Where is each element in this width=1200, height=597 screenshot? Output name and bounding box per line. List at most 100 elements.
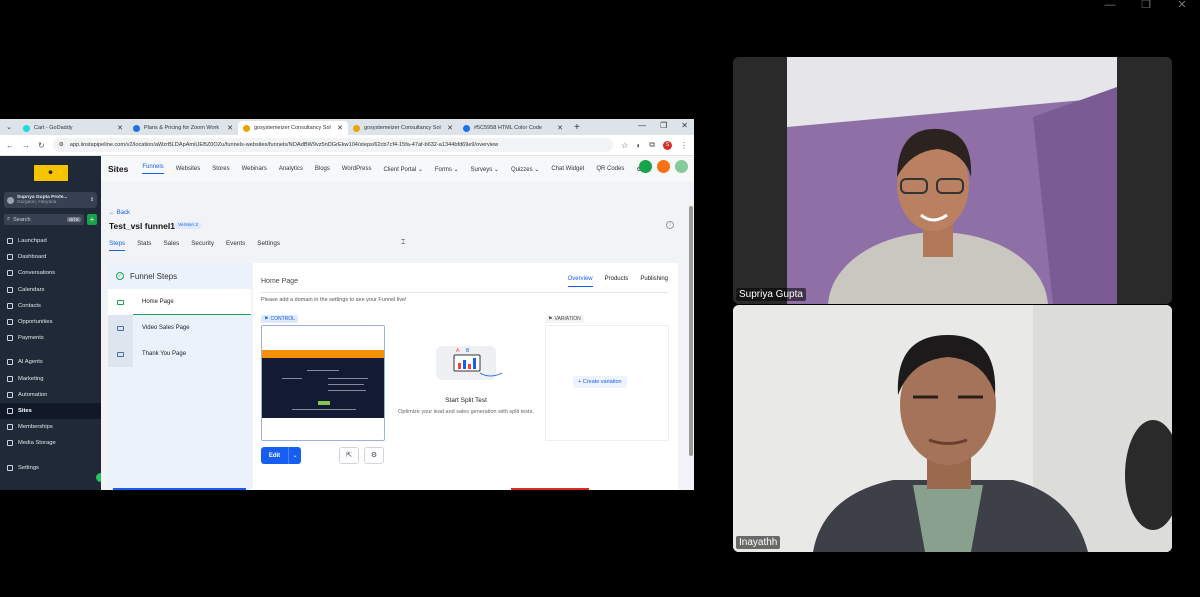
sidebar-item-ai-agents[interactable]: AI Agents <box>0 354 101 370</box>
step-item[interactable]: Home Page <box>108 289 251 315</box>
sidebar-item-launchpad[interactable]: Launchpad <box>0 233 101 249</box>
new-tab-button[interactable]: + <box>568 121 586 135</box>
nav-stores[interactable]: Stores <box>212 166 229 172</box>
info-icon[interactable]: i <box>666 221 674 229</box>
profile-avatar[interactable]: S <box>663 140 672 150</box>
chevron-down-icon[interactable]: ⌄ <box>288 447 301 464</box>
tab-events[interactable]: Events <box>226 240 245 251</box>
nav-analytics[interactable]: Analytics <box>279 166 303 172</box>
browser-tab[interactable]: Plans & Pricing for Zoom Work ✕ <box>128 121 238 135</box>
tab-search-icon[interactable]: ⌄ <box>0 121 18 135</box>
participant-video[interactable]: Inayathh <box>733 305 1172 552</box>
extension-icon[interactable]: ◐ <box>636 141 641 150</box>
funnel-subtabs: Steps Stats Sales Security Events Settin… <box>109 240 280 251</box>
nav-surveys[interactable]: Surveys ⌄ <box>471 166 499 173</box>
restore-icon[interactable]: ❐ <box>660 121 667 130</box>
tab-overview[interactable]: Overview <box>567 276 593 287</box>
sidebar-item-memberships[interactable]: Memberships <box>0 419 101 435</box>
site-info-icon[interactable]: ⚙ <box>59 142 64 148</box>
sidebar-item-automation[interactable]: Automation <box>0 387 101 403</box>
edit-button[interactable]: Edit ⌄ <box>261 447 301 464</box>
back-link[interactable]: ← Back <box>109 210 130 216</box>
nav-websites[interactable]: Websites <box>176 166 201 172</box>
tab-products[interactable]: Products <box>605 276 629 287</box>
sidebar-item-dashboard[interactable]: Dashboard <box>0 249 101 265</box>
restore-icon[interactable]: ❐ <box>1128 0 1164 12</box>
chevron-down-icon: ⌄ <box>453 166 459 173</box>
nav-quizzes[interactable]: Quizzes ⌄ <box>511 166 539 173</box>
quick-add-button[interactable]: + <box>87 214 97 225</box>
close-icon[interactable]: ✕ <box>681 121 688 130</box>
extensions-puzzle-icon[interactable]: ⧉ <box>649 140 655 150</box>
bookmark-star-icon[interactable]: ☆ <box>621 141 628 150</box>
sidebar-item-payments[interactable]: Payments <box>0 330 101 346</box>
nav-qr-codes[interactable]: QR Codes <box>596 166 624 172</box>
step-item[interactable]: Thank You Page <box>108 341 251 367</box>
create-variation-button[interactable]: + Create variation <box>573 376 627 388</box>
sidebar-item-conversations[interactable]: Conversations <box>0 265 101 281</box>
variation-tag: ⚑ VARIATION <box>545 315 584 323</box>
nav-wordpress[interactable]: WordPress <box>342 166 372 172</box>
sidebar: ✺ Supriya Gupta Profe... Gurgaon, Haryan… <box>0 156 105 490</box>
sidebar-item-sites[interactable]: Sites <box>0 402 101 420</box>
tab-close-icon[interactable]: ✕ <box>337 124 343 132</box>
forward-icon[interactable]: → <box>22 141 30 150</box>
sidebar-item-marketing[interactable]: Marketing <box>0 371 101 387</box>
browser-tab-active[interactable]: gosystemeizer Consultancy Sol ✕ <box>238 121 348 135</box>
shared-screen: ⌄ Cart - GoDaddy ✕ Plans & Pricing for Zo… <box>0 119 694 490</box>
tab-close-icon[interactable]: ✕ <box>117 124 123 132</box>
sidebar-item-contacts[interactable]: Contacts <box>0 298 101 314</box>
page-preview-thumbnail[interactable] <box>261 325 385 441</box>
tab-publishing[interactable]: Publishing <box>640 276 668 287</box>
browser-tab[interactable]: #5C5958 HTML Color Code ✕ <box>458 121 568 135</box>
open-external-button[interactable]: ⇱ <box>339 447 359 464</box>
account-icon <box>7 196 14 204</box>
sidebar-item-opportunities[interactable]: Opportunities <box>0 314 101 330</box>
account-switcher[interactable]: Supriya Gupta Profe... Gurgaon, Haryana … <box>4 192 97 208</box>
nav-blogs[interactable]: Blogs <box>315 166 330 172</box>
tab-security[interactable]: Security <box>191 240 214 251</box>
user-avatar[interactable] <box>675 160 688 173</box>
close-icon[interactable]: ✕ <box>1164 0 1200 12</box>
back-icon[interactable]: ← <box>6 141 14 150</box>
sidebar-item-calendars[interactable]: Calendars <box>0 282 101 298</box>
chevron-down-icon: ⌄ <box>417 166 423 173</box>
bell-icon[interactable] <box>657 160 670 173</box>
sites-top-nav: Sites Funnels Websites Stores Webinars A… <box>101 156 694 182</box>
step-title: Home Page <box>261 278 298 285</box>
gear-icon: ⚙ <box>370 452 378 459</box>
minimize-icon[interactable]: — <box>1092 0 1128 12</box>
search-input[interactable]: ⌕ Search ctrl K <box>4 214 84 225</box>
marketing-icon <box>7 375 13 382</box>
browser-tab[interactable]: gosystemeizer Consultancy Sol ✕ <box>348 121 458 135</box>
nav-chat-widget[interactable]: Chat Widget <box>551 166 584 172</box>
tab-steps[interactable]: Steps <box>109 240 126 251</box>
domain-warning: Please add a domain in the settings to s… <box>261 297 407 303</box>
reload-icon[interactable]: ↻ <box>38 141 45 150</box>
step-settings-button[interactable]: ⚙ <box>364 447 384 464</box>
tab-stats[interactable]: Stats <box>137 240 151 251</box>
participant-video-feed <box>733 305 1172 552</box>
step-item[interactable]: Video Sales Page <box>108 315 251 341</box>
phone-icon[interactable] <box>639 160 652 173</box>
tab-close-icon[interactable]: ✕ <box>227 124 233 132</box>
browser-tab[interactable]: Cart - GoDaddy ✕ <box>18 121 128 135</box>
nav-webinars[interactable]: Webinars <box>242 166 267 172</box>
sidebar-item-settings[interactable]: Settings <box>0 459 101 475</box>
tab-close-icon[interactable]: ✕ <box>557 124 563 132</box>
nav-forms[interactable]: Forms ⌄ <box>435 166 459 173</box>
mail-icon <box>117 299 124 305</box>
participant-name: Inayathh <box>736 536 781 549</box>
sidebar-item-media-storage[interactable]: Media Storage <box>0 435 101 451</box>
minimize-icon[interactable]: — <box>638 121 646 130</box>
menu-dots-icon[interactable]: ⋮ <box>680 141 688 150</box>
participant-video[interactable]: Supriya Gupta <box>733 57 1172 304</box>
tab-sales[interactable]: Sales <box>163 240 179 251</box>
nav-client-portal[interactable]: Client Portal ⌄ <box>383 166 422 173</box>
tab-close-icon[interactable]: ✕ <box>447 124 453 132</box>
company-logo: ✺ <box>32 164 69 182</box>
tab-settings[interactable]: Settings <box>257 240 280 251</box>
scrollbar[interactable] <box>689 206 693 456</box>
url-field[interactable]: ⚙ app.iinstapipeline.com/v2/location/aWzr… <box>52 138 614 152</box>
nav-funnels[interactable]: Funnels <box>142 164 164 174</box>
